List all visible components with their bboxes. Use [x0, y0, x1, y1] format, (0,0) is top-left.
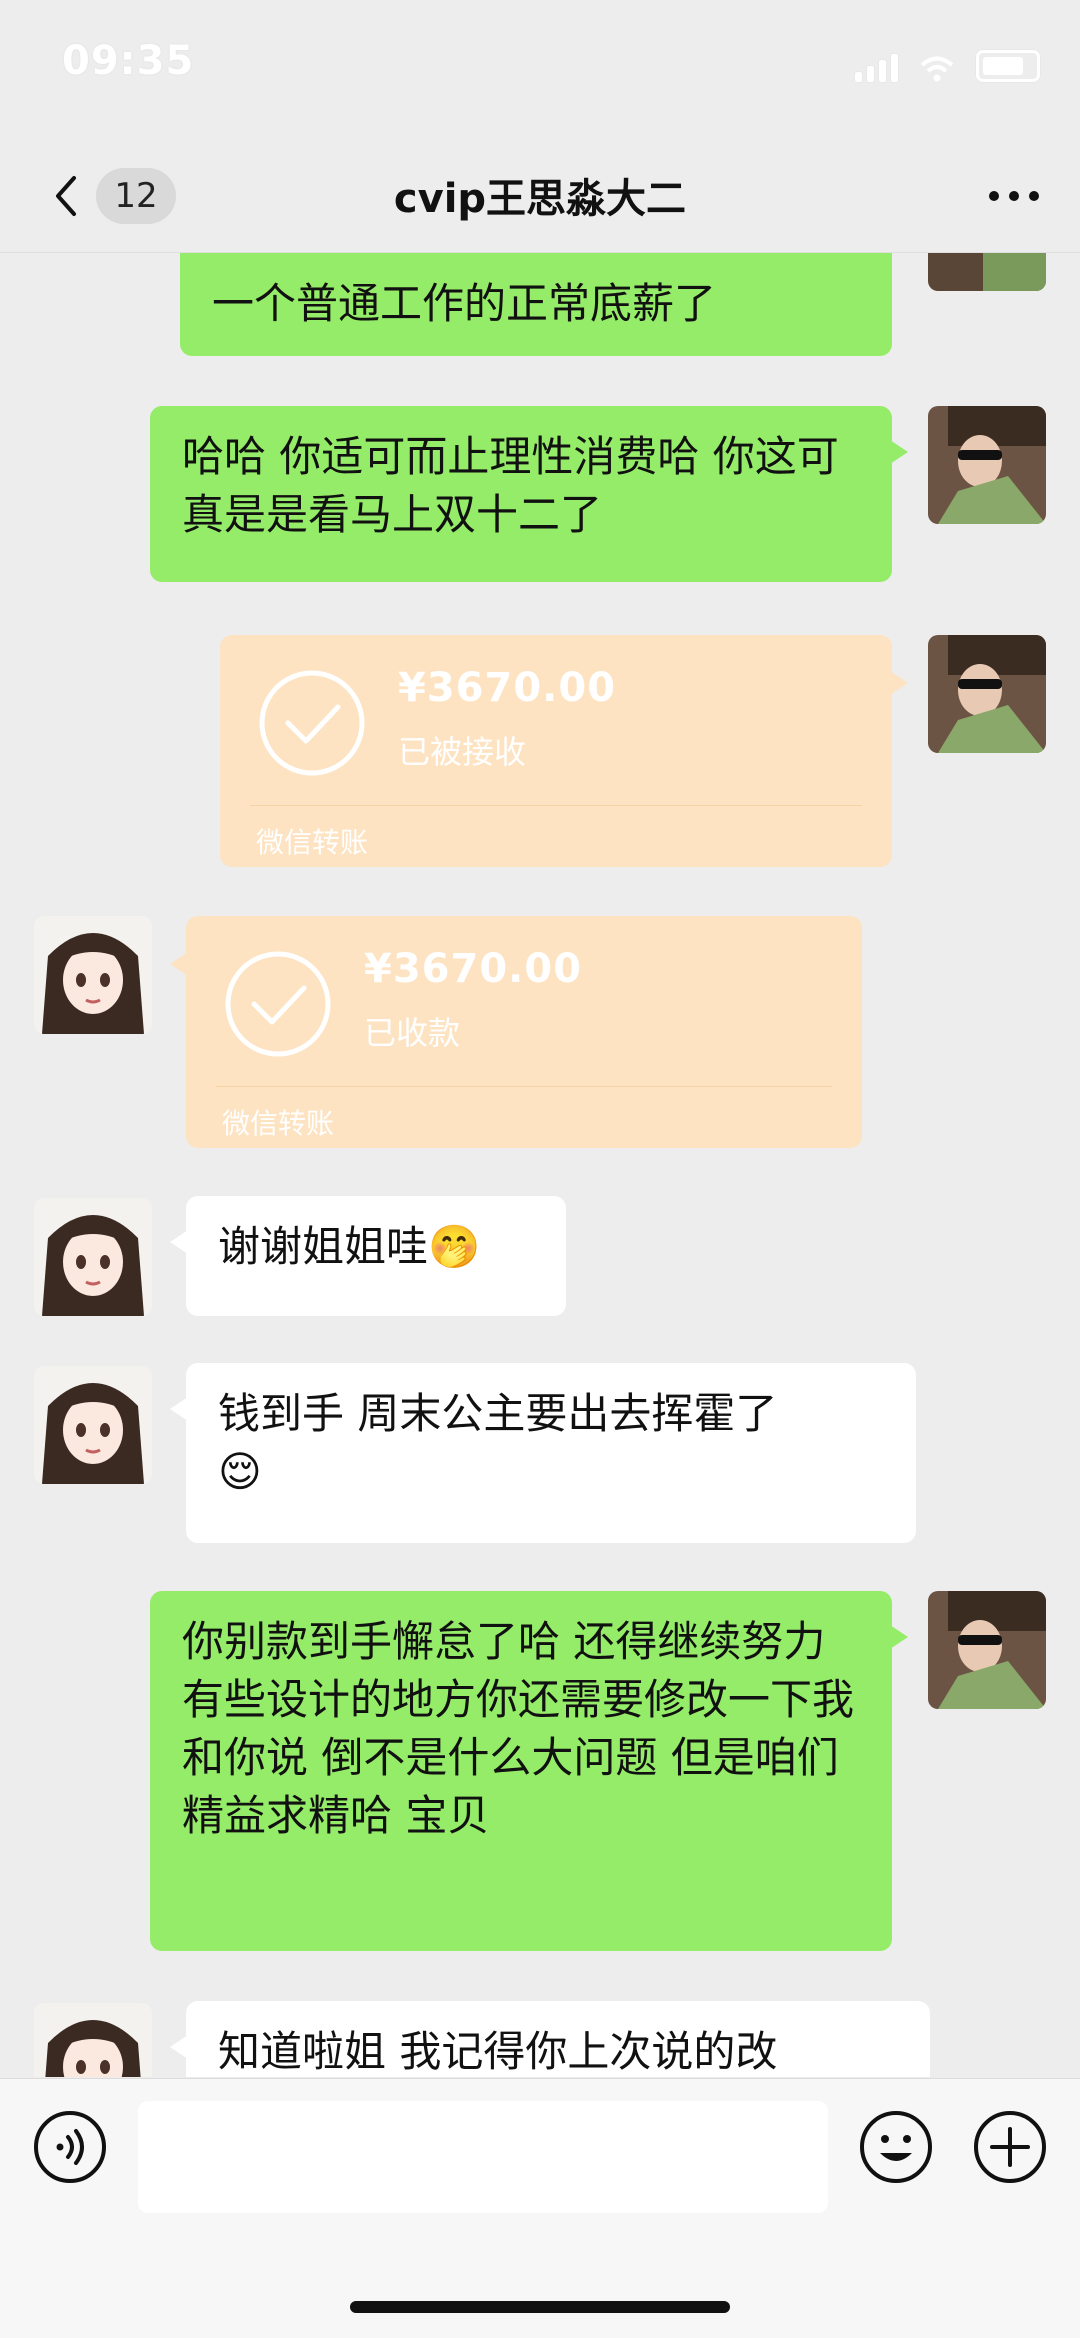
message-bubble[interactable]: 你别款到手懈怠了哈 还得继续努力 有些设计的地方你还需要修改一下我和你说 倒不是…	[150, 1591, 908, 1951]
message-text: 谢谢姐姐哇	[218, 1222, 429, 1271]
battery-icon	[976, 50, 1040, 82]
contact-avatar[interactable]	[34, 2003, 152, 2077]
message-input[interactable]	[138, 2101, 828, 2213]
transfer-label: 微信转账	[222, 1107, 335, 1140]
message-list[interactable]: 一个普通工作的正常底薪了 哈哈 你适可而止理性消费哈 你这可真是是看马上双十二了	[0, 253, 1080, 2077]
voice-icon[interactable]	[32, 2109, 108, 2185]
plus-icon[interactable]	[972, 2109, 1048, 2185]
transfer-label: 微信转账	[256, 826, 369, 859]
my-avatar[interactable]	[928, 406, 1046, 524]
contact-avatar[interactable]	[34, 916, 152, 1034]
my-avatar[interactable]	[928, 1591, 1046, 1709]
message-text: 钱到手 周末公主要出去挥霍了	[218, 1389, 778, 1438]
check-icon	[259, 670, 365, 776]
emoji-icon[interactable]	[858, 2109, 934, 2185]
message-text: 哈哈 你适可而止理性消费哈 你这可真是是看马上双十二了	[182, 432, 839, 539]
status-bar: 09:35	[0, 0, 1080, 140]
transfer-card[interactable]: ¥3670.00 已被接收 微信转账	[220, 635, 908, 867]
chat-title: cvip王思淼大二	[393, 176, 687, 222]
message-bubble[interactable]: 哈哈 你适可而止理性消费哈 你这可真是是看马上双十二了	[150, 406, 908, 582]
contact-avatar[interactable]	[34, 1366, 152, 1484]
status-icons	[855, 50, 1040, 82]
signal-icon	[855, 54, 898, 82]
my-avatar[interactable]	[928, 635, 1046, 753]
chat-header: 12 cvip王思淼大二	[0, 140, 1080, 253]
wifi-icon	[920, 56, 954, 82]
emoji: 🤭	[428, 1222, 481, 1271]
transfer-card[interactable]: ¥3670.00 已收款 微信转账	[170, 916, 862, 1148]
divider	[250, 805, 862, 806]
transfer-status: 已收款	[364, 1014, 461, 1052]
transfer-amount: ¥3670.00	[398, 665, 617, 711]
message-bubble[interactable]: 谢谢姐姐哇🤭	[170, 1196, 566, 1316]
message-bubble[interactable]: 一个普通工作的正常底薪了	[180, 253, 892, 356]
message-bubble[interactable]: 钱到手 周末公主要出去挥霍了 😌	[170, 1363, 916, 1543]
message-text: 一个普通工作的正常底薪了	[212, 279, 717, 328]
status-time: 09:35	[62, 38, 195, 84]
emoji: 😌	[218, 1447, 262, 1496]
more-icon[interactable]	[984, 176, 1044, 216]
input-bar	[0, 2078, 1080, 2338]
my-avatar[interactable]	[928, 253, 1046, 291]
transfer-status: 已被接收	[398, 733, 527, 771]
message-text: 知道啦姐 我记得你上次说的改	[218, 2027, 778, 2076]
home-indicator[interactable]	[350, 2301, 730, 2313]
message-bubble[interactable]: 知道啦姐 我记得你上次说的改	[170, 2001, 930, 2077]
divider	[216, 1086, 832, 1087]
contact-avatar[interactable]	[34, 1198, 152, 1316]
transfer-amount: ¥3670.00	[364, 946, 583, 992]
check-icon	[225, 951, 331, 1057]
message-text: 你别款到手懈怠了哈 还得继续努力 有些设计的地方你还需要修改一下我和你说 倒不是…	[182, 1617, 855, 1840]
